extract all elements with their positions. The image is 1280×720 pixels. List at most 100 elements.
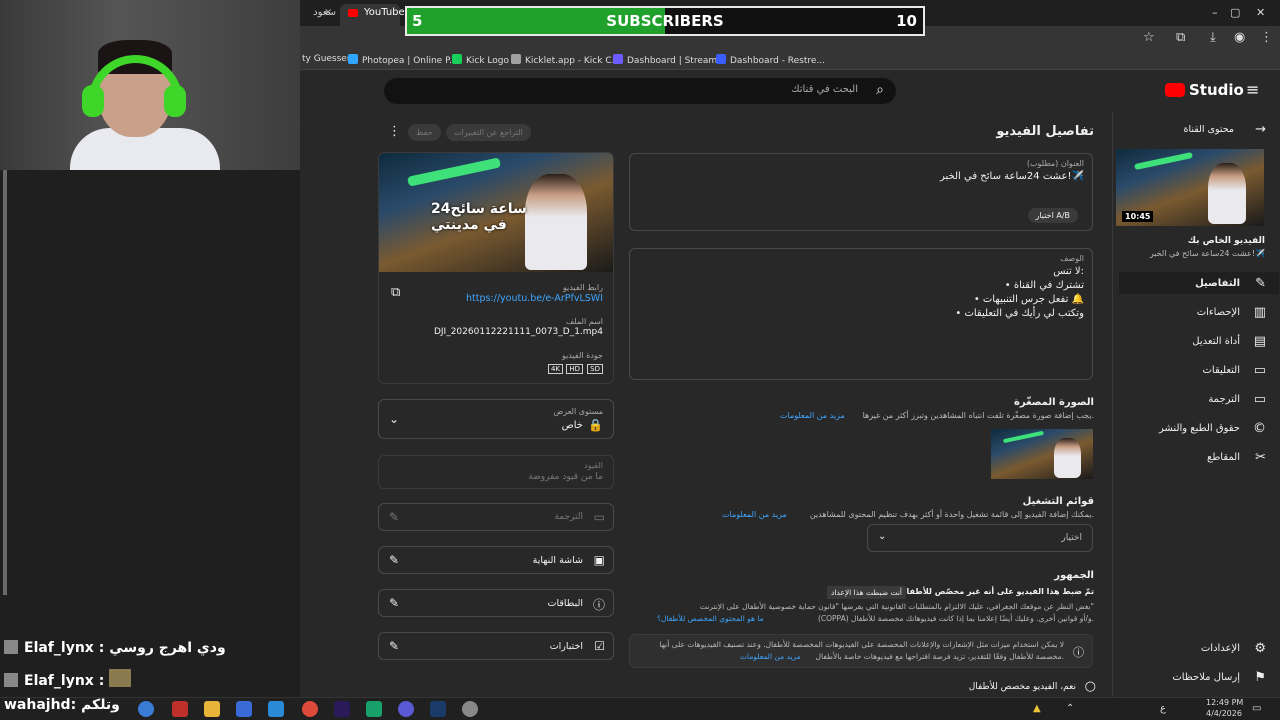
audience-set: تمّ ضبط هذا الفيديو على أنه غير مخصّص لل…: [899, 587, 1094, 596]
undo-changes-button[interactable]: التراجع عن التغييرات: [446, 124, 531, 141]
scrollbar[interactable]: [3, 170, 7, 595]
sidebar-item-feedback[interactable]: إرسال ملاحظات: [1172, 672, 1240, 683]
search-input[interactable]: البحث في قناتك ⌕: [384, 78, 896, 104]
notification-icon[interactable]: ▭: [1252, 703, 1261, 714]
description-field[interactable]: الوصف لا تنس: • تشترك في القناة • تفعل ج…: [629, 248, 1093, 380]
download-icon[interactable]: ⤓: [1210, 30, 1216, 45]
chrome-icon[interactable]: [302, 701, 318, 717]
visibility-select[interactable]: مستوى العرض خاص 🔒 ⌄: [378, 399, 614, 439]
learn-more-link[interactable]: مزيد من المعلومات: [740, 652, 801, 661]
sidebar-item-editor[interactable]: أداة التعديل: [1192, 336, 1240, 347]
ab-test-button[interactable]: اختبار A/B: [1027, 208, 1078, 223]
minimize-icon[interactable]: –: [1212, 6, 1218, 19]
radio-kids-yes[interactable]: ○: [1085, 679, 1096, 694]
end-screen-row[interactable]: شاشة النهاية ▣ ✎: [378, 546, 614, 574]
steam-icon[interactable]: [430, 701, 446, 717]
close-window-icon[interactable]: ✕: [1256, 6, 1265, 19]
studio-logo[interactable]: Studio: [1165, 81, 1244, 99]
more-icon[interactable]: ⋮: [1260, 30, 1273, 45]
warning-icon[interactable]: ▲: [1033, 703, 1041, 714]
info-icon: ⓘ: [592, 598, 605, 612]
sidebar-item-settings[interactable]: الإعدادات: [1201, 643, 1240, 654]
bookmark[interactable]: Dashboard - Restre...: [716, 54, 825, 66]
clock-date[interactable]: 4/4/2026: [1206, 709, 1242, 718]
youtube-logo-icon: [1165, 83, 1185, 97]
avatar: [4, 640, 18, 654]
sidebar-item-details[interactable]: التفاصيل: [1195, 278, 1240, 289]
radio-kids-yes-label[interactable]: نعم، الفيديو مخصص للأطفال: [969, 682, 1076, 692]
subtitles-row[interactable]: الترجمة ▭ ✎: [378, 503, 614, 531]
quality-4k-badge: 4K: [547, 364, 563, 374]
playlists-desc: يمكنك إضافة الفيديو إلى قائمة تشغيل واحد…: [809, 510, 1094, 519]
checkbox-icon: ☑: [594, 639, 605, 653]
bookmark[interactable]: Kicklet.app - Kick C...: [511, 54, 620, 66]
playlists-heading: قوائم التشغيل: [1022, 496, 1094, 507]
bookmark[interactable]: Photopea | Online P...: [348, 54, 458, 66]
sidebar-item-clips[interactable]: المقاطع: [1207, 452, 1240, 463]
back-arrow-icon[interactable]: →: [1255, 122, 1266, 137]
comments-icon: ▭: [1253, 363, 1266, 378]
video-preview[interactable]: 24ساعة سائح في مدينتي: [379, 153, 613, 272]
video-title: عشت 24ساعة سائح في الخبر!✈️: [1149, 249, 1265, 258]
kids-content-link[interactable]: ما هو المحتوى المخصص للأطفال؟: [657, 614, 764, 623]
kicklet-icon: [511, 54, 521, 64]
studio-sidebar: محتوى القناة → 10:45 الفيديو الخاص بك عش…: [1112, 112, 1280, 697]
title-value: عشت 24ساعة سائح في الخبر!✈️: [940, 171, 1084, 182]
app-icon[interactable]: [268, 701, 284, 717]
bookmark[interactable]: ty Guesser: [302, 54, 351, 64]
sidebar-item-analytics[interactable]: الإحصاءات: [1197, 307, 1240, 318]
bookmark[interactable]: Kick Logo: [452, 54, 509, 66]
edit-icon[interactable]: ✎: [389, 553, 399, 567]
info-box: لا يمكن استخدام ميزات مثل الإشعارات والإ…: [629, 634, 1093, 668]
menu-icon[interactable]: ≡: [1246, 80, 1259, 99]
star-icon[interactable]: ☆: [1143, 30, 1155, 45]
store-icon[interactable]: [236, 701, 252, 717]
subscriber-label: SUBSCRIBERS: [606, 12, 724, 30]
app-icon[interactable]: [366, 701, 382, 717]
save-button[interactable]: حفظ: [408, 124, 441, 141]
stream-background: [0, 170, 300, 635]
maximize-icon[interactable]: ▢: [1230, 6, 1240, 19]
back-to-content[interactable]: محتوى القناة: [1183, 124, 1234, 135]
studio-header: البحث في قناتك ⌕ Studio ≡: [300, 70, 1280, 112]
cards-row[interactable]: البطاقات ⓘ ✎: [378, 589, 614, 617]
browser-tab-active[interactable]: YouTube St: [340, 4, 405, 36]
tests-row[interactable]: اختبارات ☑ ✎: [378, 632, 614, 660]
learn-more-link[interactable]: مزيد من المعلومات: [780, 411, 845, 420]
thumbnail-preview[interactable]: [991, 429, 1093, 479]
sidebar-item-subtitles[interactable]: الترجمة: [1208, 394, 1240, 405]
edit-icon: ✎: [389, 510, 400, 524]
tray-chevron-icon[interactable]: ⌃: [1066, 703, 1074, 714]
video-link[interactable]: https://youtu.be/e-ArPfvLSWI: [466, 293, 603, 304]
taskbar: ▲ ⌃ ع 12:49 PM 4/4/2026 ▭: [0, 697, 1280, 720]
playlist-select[interactable]: اختيار ⌄: [867, 524, 1093, 552]
app-icon[interactable]: [462, 701, 478, 717]
sidebar-video-thumbnail[interactable]: 10:45: [1116, 149, 1264, 226]
restream-icon: [716, 54, 726, 64]
extensions-icon[interactable]: ⧉: [1176, 30, 1185, 45]
app-icon[interactable]: [172, 701, 188, 717]
page-title: تفاصيل الفيديو: [996, 124, 1094, 139]
kick-icon: [452, 54, 462, 64]
close-tab-icon[interactable]: ×: [324, 4, 332, 26]
audience-chip: أنت ضبطت هذا الإعداد: [827, 586, 907, 599]
title-field[interactable]: العنوان (مطلوب) عشت 24ساعة سائح في الخبر…: [629, 153, 1093, 231]
language-indicator[interactable]: ع: [1160, 703, 1166, 714]
audience-heading: الجمهور: [1054, 570, 1094, 581]
edit-icon[interactable]: ✎: [389, 639, 399, 653]
subtitles-icon: ▭: [1253, 392, 1266, 407]
edge-icon[interactable]: [138, 701, 154, 717]
learn-more-link[interactable]: مزيد من المعلومات: [722, 510, 787, 519]
bookmark[interactable]: Dashboard | Stream...: [613, 54, 726, 66]
folder-icon[interactable]: [204, 701, 220, 717]
sidebar-item-comments[interactable]: التعليقات: [1202, 365, 1240, 376]
edit-icon[interactable]: ✎: [389, 596, 399, 610]
profile-icon[interactable]: ◉: [1234, 30, 1245, 45]
sidebar-item-copyright[interactable]: حقوق الطبع والنشر: [1159, 423, 1240, 434]
clock-time[interactable]: 12:49 PM: [1206, 698, 1243, 707]
discord-icon[interactable]: [398, 701, 414, 717]
more-options-icon[interactable]: ⋮: [388, 124, 401, 139]
premiere-icon[interactable]: [334, 701, 350, 717]
copy-icon[interactable]: ⧉: [391, 285, 400, 300]
analytics-icon: ▥: [1253, 305, 1266, 320]
